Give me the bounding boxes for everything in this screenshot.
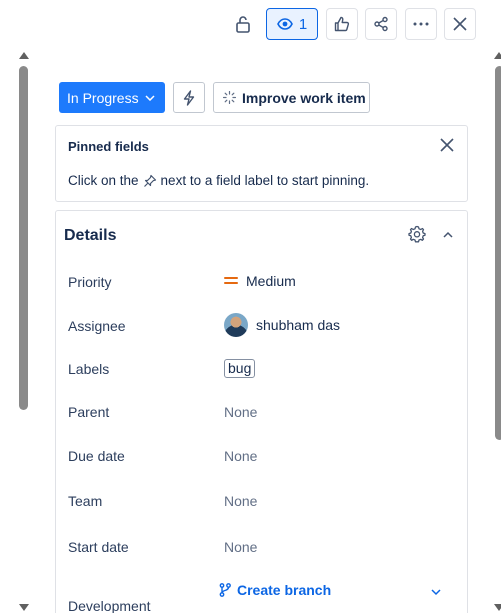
assignee-field[interactable]: shubham das xyxy=(224,313,340,337)
scroll-up-arrow-icon[interactable] xyxy=(494,52,501,59)
due-date-field[interactable]: None xyxy=(224,448,257,464)
right-scrollbar[interactable] xyxy=(494,52,501,613)
chevron-up-icon xyxy=(443,231,453,238)
priority-value: Medium xyxy=(246,273,296,289)
close-icon xyxy=(440,138,454,152)
field-label-start-date: Start date xyxy=(68,539,129,555)
field-label-due-date: Due date xyxy=(68,448,125,464)
field-label-assignee: Assignee xyxy=(68,318,126,334)
ai-sparkle-icon xyxy=(223,91,236,104)
create-branch-link[interactable]: Create branch xyxy=(219,582,331,598)
details-panel: Details Priority Medium Assignee shubham… xyxy=(55,210,468,613)
scroll-down-arrow-icon[interactable] xyxy=(19,604,29,611)
improve-label: Improve work item xyxy=(242,89,366,106)
scrollbar-thumb[interactable] xyxy=(495,66,501,440)
priority-field[interactable]: Medium xyxy=(224,273,296,289)
status-label: In Progress xyxy=(67,89,139,106)
field-label-development: Development xyxy=(68,598,151,613)
lock-icon xyxy=(236,16,250,33)
assignee-value: shubham das xyxy=(256,317,341,333)
lightning-bolt-icon xyxy=(183,89,195,106)
share-button[interactable] xyxy=(365,8,397,40)
pin-icon xyxy=(143,174,156,187)
more-icon xyxy=(413,22,429,26)
create-branch-label: Create branch xyxy=(237,582,332,598)
field-label-priority: Priority xyxy=(68,274,112,290)
improve-work-item-button[interactable]: Improve work item xyxy=(213,82,370,113)
start-date-field[interactable]: None xyxy=(224,539,257,555)
details-title: Details xyxy=(64,227,117,244)
pinned-fields-panel: Pinned fields Click on the next to a fie… xyxy=(55,125,468,202)
close-icon xyxy=(453,17,467,31)
chevron-down-icon xyxy=(431,589,441,596)
close-panel-button[interactable] xyxy=(444,8,476,40)
development-expand-button[interactable] xyxy=(430,583,444,597)
team-field[interactable]: None xyxy=(224,493,257,509)
eye-icon xyxy=(276,18,293,30)
field-label-labels: Labels xyxy=(68,361,110,377)
details-collapse-button[interactable] xyxy=(442,226,456,240)
automation-button[interactable] xyxy=(173,82,205,113)
status-dropdown[interactable]: In Progress xyxy=(59,82,165,113)
gear-icon xyxy=(408,225,426,243)
pinned-close-button[interactable] xyxy=(440,138,456,154)
priority-medium-icon xyxy=(224,276,238,286)
field-label-team: Team xyxy=(68,493,103,509)
watch-button[interactable]: 1 xyxy=(266,8,318,40)
share-icon xyxy=(374,16,388,32)
scroll-down-arrow-icon[interactable] xyxy=(494,604,501,611)
more-actions-button[interactable] xyxy=(405,8,437,40)
pinned-hint-after: next to a field label to start pinning. xyxy=(160,173,370,188)
chevron-down-icon xyxy=(145,94,155,101)
pinned-hint-before: Click on the xyxy=(68,173,139,188)
label-chip[interactable]: bug xyxy=(224,359,256,378)
scroll-up-arrow-icon[interactable] xyxy=(19,52,29,59)
scrollbar-thumb[interactable] xyxy=(19,66,28,410)
left-scrollbar[interactable] xyxy=(17,52,31,613)
pinned-fields-title: Pinned fields xyxy=(68,139,149,154)
thumbs-up-icon xyxy=(334,16,350,32)
field-label-parent: Parent xyxy=(68,404,110,420)
pinned-hint: Click on the next to a field label to st… xyxy=(68,173,369,188)
avatar xyxy=(224,313,248,337)
lock-button[interactable] xyxy=(228,8,258,40)
watch-count: 1 xyxy=(298,15,308,33)
labels-field[interactable]: bug xyxy=(224,359,256,378)
vote-button[interactable] xyxy=(326,8,358,40)
details-settings-button[interactable] xyxy=(408,225,426,243)
top-toolbar: 1 xyxy=(0,6,501,42)
parent-field[interactable]: None xyxy=(224,404,257,420)
branch-icon xyxy=(219,583,231,597)
